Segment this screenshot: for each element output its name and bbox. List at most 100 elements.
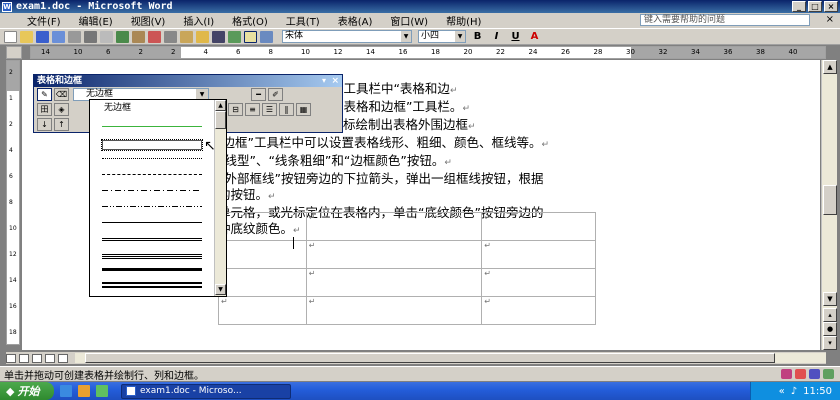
scroll-down-icon[interactable]: ▼ xyxy=(215,284,226,295)
hscroll-thumb[interactable] xyxy=(85,353,775,363)
scroll-down-icon[interactable]: ▼ xyxy=(823,292,837,306)
line-style-option[interactable] xyxy=(102,282,202,288)
line-style-option[interactable]: 无边框 xyxy=(90,100,226,116)
menu-table[interactable]: 表格(A) xyxy=(329,13,382,28)
previous-page-icon[interactable]: ▴ xyxy=(823,308,837,322)
sort-ascending-icon[interactable]: ↓ xyxy=(37,118,52,131)
document-close-icon[interactable]: × xyxy=(826,14,834,25)
border-color-icon[interactable]: ✐ xyxy=(268,88,283,101)
explorer-icon[interactable] xyxy=(78,385,90,397)
volume-icon[interactable]: ♪ xyxy=(791,386,797,397)
input-method-icon[interactable] xyxy=(795,369,806,379)
ie-icon[interactable] xyxy=(60,385,72,397)
table-cell[interactable]: ↵ xyxy=(481,268,596,297)
language-bar-icon[interactable] xyxy=(781,369,792,379)
next-page-icon[interactable]: ▾ xyxy=(823,336,837,350)
vertical-ruler[interactable]: 2 1 2 4 6 8 10 12 14 16 18 xyxy=(6,60,20,345)
ask-question-input[interactable]: 键入需要帮助的问题 xyxy=(640,14,810,26)
cut-icon[interactable] xyxy=(148,30,161,43)
split-cells-icon[interactable]: ⊟ xyxy=(228,103,243,116)
outline-view-icon[interactable] xyxy=(45,353,55,363)
word-app-icon[interactable]: W xyxy=(2,1,12,12)
menu-format[interactable]: 格式(O) xyxy=(223,13,277,28)
line-style-option[interactable] xyxy=(102,268,202,271)
line-style-dropdown[interactable]: 无边框 ▲ ▼ xyxy=(89,99,227,297)
outside-border-icon[interactable]: 田 xyxy=(37,103,52,116)
chevron-down-icon[interactable]: ▼ xyxy=(401,31,411,42)
print-layout-icon[interactable] xyxy=(32,353,42,363)
ime-help-icon[interactable] xyxy=(823,369,834,379)
line-style-option[interactable] xyxy=(102,206,202,207)
hyperlink-icon[interactable] xyxy=(228,30,241,43)
toolbar-close-icon[interactable]: × xyxy=(331,75,339,87)
scroll-thumb[interactable] xyxy=(215,111,226,129)
format-painter-icon[interactable] xyxy=(196,30,209,43)
open-folder-icon[interactable] xyxy=(20,30,33,43)
paste-icon[interactable] xyxy=(180,30,193,43)
ime-options-icon[interactable] xyxy=(809,369,820,379)
font-select[interactable]: 宋体 ▼ xyxy=(282,30,412,43)
print-preview-icon[interactable] xyxy=(100,30,113,43)
table-cell[interactable]: ↵ xyxy=(305,296,483,325)
italic-button[interactable]: I xyxy=(489,30,504,43)
vertical-scrollbar[interactable]: ▲ ▼ ▴ ● ▾ xyxy=(821,60,837,350)
sort-descending-icon[interactable]: ↑ xyxy=(54,118,69,131)
distribute-columns-icon[interactable]: ‖ xyxy=(279,103,294,116)
font-color-icon[interactable]: A xyxy=(527,30,542,43)
browse-object-icon[interactable]: ● xyxy=(823,322,837,336)
line-style-option[interactable] xyxy=(102,238,202,241)
draw-table-icon[interactable]: ✎ xyxy=(37,88,52,101)
print-icon[interactable] xyxy=(84,30,97,43)
toolbar-options-icon[interactable]: ▾ xyxy=(322,75,326,87)
shading-color-icon[interactable]: ◈ xyxy=(54,103,69,116)
reading-view-icon[interactable] xyxy=(58,353,68,363)
start-button[interactable]: ◆ 开始 xyxy=(0,382,54,400)
table-cell[interactable]: ↵ xyxy=(481,240,596,269)
undo-icon[interactable] xyxy=(212,30,225,43)
maximize-button[interactable]: □ xyxy=(808,1,822,12)
new-document-icon[interactable] xyxy=(4,30,17,43)
scroll-up-icon[interactable]: ▲ xyxy=(823,60,837,74)
align-icon[interactable]: ≡ xyxy=(245,103,260,116)
toolbar-title-bar[interactable]: 表格和边框 ▾ × xyxy=(34,75,342,87)
research-icon[interactable] xyxy=(132,30,145,43)
dropdown-scrollbar[interactable]: ▲ ▼ xyxy=(214,100,226,296)
menu-insert[interactable]: 插入(I) xyxy=(174,13,223,28)
table-cell[interactable]: ↵ xyxy=(305,240,483,269)
taskbar-item-word[interactable]: exam1.doc - Microso... xyxy=(121,383,291,399)
font-size-select[interactable]: 小四 ▼ xyxy=(418,30,466,43)
line-style-option[interactable] xyxy=(102,222,202,223)
email-icon[interactable] xyxy=(68,30,81,43)
bold-button[interactable]: B xyxy=(470,30,485,43)
line-style-option[interactable] xyxy=(102,174,202,175)
menu-tools[interactable]: 工具(T) xyxy=(277,13,329,28)
scroll-thumb[interactable] xyxy=(823,185,837,215)
line-style-option[interactable] xyxy=(101,139,203,151)
autoformat-icon[interactable]: ▦ xyxy=(296,103,311,116)
copy-icon[interactable] xyxy=(164,30,177,43)
line-style-option[interactable] xyxy=(102,126,202,127)
distribute-rows-icon[interactable]: ☰ xyxy=(262,103,277,116)
table-cell[interactable]: ↵ xyxy=(305,268,483,297)
line-style-option[interactable] xyxy=(102,158,202,159)
line-weight-icon[interactable]: ━ xyxy=(251,88,266,101)
close-button[interactable]: × xyxy=(824,1,838,12)
permission-icon[interactable] xyxy=(52,30,65,43)
tab-selector[interactable] xyxy=(6,46,22,59)
insert-table-icon[interactable] xyxy=(260,30,273,43)
line-style-option[interactable] xyxy=(102,190,202,191)
table-cell[interactable]: ↵ xyxy=(218,268,307,297)
table-cell[interactable]: ↵ xyxy=(218,296,307,325)
spelling-icon[interactable] xyxy=(116,30,129,43)
menu-view[interactable]: 视图(V) xyxy=(122,13,175,28)
menu-edit[interactable]: 编辑(E) xyxy=(70,13,122,28)
menu-window[interactable]: 窗口(W) xyxy=(381,13,437,28)
horizontal-ruler[interactable]: 14 10 6 2 2 4 6 8 10 12 14 16 18 20 22 24 26 28 30 32 34 36 38… xyxy=(30,46,826,59)
line-style-option[interactable] xyxy=(102,254,202,259)
document-table[interactable]: ↵ ↵ ↵ ↵ ↵ ↵ ↵ ↵ ↵ ↵ ↵ ↵ xyxy=(218,212,596,325)
horizontal-scrollbar[interactable] xyxy=(75,353,826,363)
web-view-icon[interactable] xyxy=(19,353,29,363)
save-icon[interactable] xyxy=(36,30,49,43)
tables-borders-icon[interactable] xyxy=(244,30,257,43)
table-cell[interactable]: ↵ xyxy=(305,212,483,241)
